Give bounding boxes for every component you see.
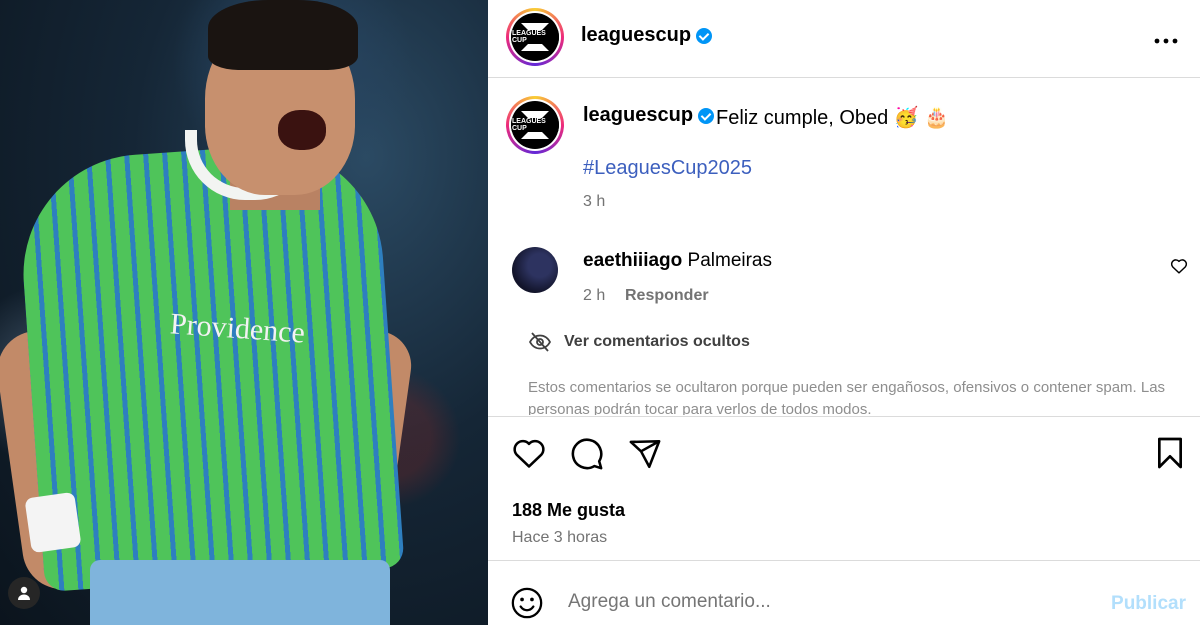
emoji-picker-button[interactable] [510,586,544,625]
heart-icon [1170,259,1188,274]
caption-hashtag-link[interactable]: #LeaguesCup2025 [583,157,752,180]
player-shorts [90,560,390,625]
comment-like-button[interactable] [1170,258,1188,279]
share-button[interactable] [628,437,662,476]
emoji-icon [511,587,543,619]
view-hidden-comments-button[interactable]: Ver comentarios ocultos [528,332,750,352]
user-icon [18,586,30,600]
likes-count[interactable]: 188 Me gusta [512,500,625,521]
eye-off-icon [528,332,552,352]
commenter-username[interactable]: eaethiiiago [583,250,682,271]
avatar-logo-text: LEAGUES CUP [511,30,559,44]
post-header: LEAGUES CUP leaguescup [488,0,1200,78]
author-avatar[interactable]: LEAGUES CUP [506,8,564,66]
bookmark-icon [1158,437,1182,469]
post-image[interactable]: Providence [0,0,488,625]
author-username[interactable]: leaguescup [581,24,713,47]
comment-timestamp[interactable]: 2 h [583,287,605,305]
player-hair [208,0,358,70]
more-horizontal-icon [1154,38,1178,44]
caption-text: Feliz cumple, Obed 🥳 🎂 [716,107,950,129]
wristband [24,491,82,554]
comment-icon [571,438,603,470]
caption-author-avatar[interactable]: LEAGUES CUP [506,96,564,154]
more-options-button[interactable] [1154,26,1178,48]
caption-timestamp[interactable]: 3 h [583,193,605,211]
post-date[interactable]: Hace 3 horas [512,529,607,547]
caption-username[interactable]: leaguescup [583,104,715,127]
comment-composer: Publicar [488,560,1200,625]
comment-input[interactable] [568,591,1088,613]
comment-line: eaethiiiago Palmeiras [583,250,772,272]
tagged-users-button[interactable] [8,577,40,609]
send-icon [629,439,661,469]
reply-button[interactable]: Responder [625,287,709,305]
caption-username-text[interactable]: leaguescup [583,104,693,126]
comment-button[interactable] [570,437,604,476]
verified-badge-icon [696,27,713,44]
save-button[interactable] [1156,437,1184,474]
hidden-comments-label[interactable]: Ver comentarios ocultos [564,333,750,351]
hidden-comments-info: Estos comentarios se ocultaron porque pu… [528,379,1166,415]
heart-icon [513,439,545,468]
player-mouth [278,110,326,150]
caption-avatar-logo-text: LEAGUES CUP [511,118,559,132]
comment-text: Palmeiras [687,250,773,271]
like-button[interactable] [512,437,546,474]
commenter-avatar[interactable] [512,247,558,293]
author-username-text[interactable]: leaguescup [581,24,691,46]
publish-button[interactable]: Publicar [1111,593,1186,615]
verified-badge-icon [698,107,715,124]
post-side-panel: LEAGUES CUP leaguescup LEAGUES CUP leagu… [488,0,1200,625]
